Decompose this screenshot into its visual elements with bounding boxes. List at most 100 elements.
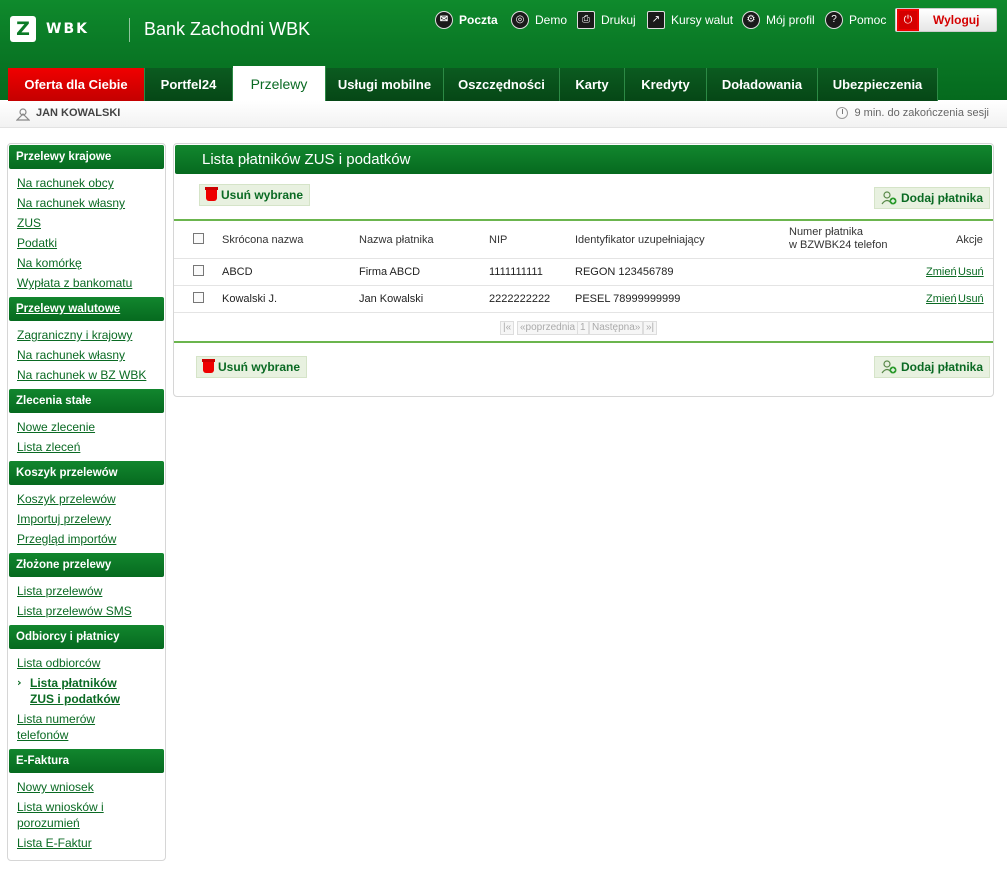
sidebar-item-efaktura-list[interactable]: Lista E-Faktur xyxy=(17,835,92,851)
trash-icon xyxy=(202,359,215,373)
sidebar-item-own-currency[interactable]: Na rachunek własny xyxy=(17,347,125,363)
sidebar-item-new-request[interactable]: Nowy wniosek xyxy=(17,779,94,795)
edit-link[interactable]: Zmień xyxy=(926,266,957,278)
toplink-profile[interactable]: ⚙ Mój profil xyxy=(742,9,815,31)
toplink-help[interactable]: ? Pomoc xyxy=(825,9,886,31)
sidebar-item-transfer-list[interactable]: Lista przelewów xyxy=(17,583,102,599)
sidebar-item-foreign-account[interactable]: Na rachunek obcy xyxy=(17,175,114,191)
sidebar-section-submitted[interactable]: Złożone przelewy xyxy=(9,553,164,577)
sidebar-item-mobile[interactable]: Na komórkę xyxy=(17,255,82,271)
delete-selected-button-bottom[interactable]: Usuń wybrane xyxy=(196,356,308,378)
print-icon: ⎙ xyxy=(577,11,595,29)
sidebar-item-sms-list[interactable]: Lista przelewów SMS xyxy=(17,603,132,619)
sidebar-item-request-list[interactable]: Lista wniosków i xyxy=(17,799,104,815)
sidebar-section-currency[interactable]: Przelewy walutowe xyxy=(9,297,164,321)
sidebar-item-taxes[interactable]: Podatki xyxy=(17,235,57,251)
sidebar-item-order-list[interactable]: Lista zleceń xyxy=(17,439,80,455)
sidebar-item-import[interactable]: Importuj przelewy xyxy=(17,511,111,527)
col-payer-number-line2: w BZWBK24 telefon xyxy=(789,239,888,251)
current-item-arrow-icon: › xyxy=(17,676,22,689)
tab-offer[interactable]: Oferta dla Ciebie xyxy=(8,68,145,101)
sidebar-section-basket[interactable]: Koszyk przelewów xyxy=(9,461,164,485)
sidebar-item-phone-numbers[interactable]: Lista numerów xyxy=(17,711,95,727)
cell-payer-name: Jan Kowalski xyxy=(359,293,424,305)
toplink-label: Mój profil xyxy=(766,13,815,27)
sidebar-item-basket[interactable]: Koszyk przelewów xyxy=(17,491,116,507)
delete-selected-label: Usuń wybrane xyxy=(221,188,304,202)
chart-icon: ↗ xyxy=(647,11,665,29)
session-timer: 9 min. do zakończenia sesji xyxy=(836,107,989,119)
tab-insurance[interactable]: Ubezpieczenia xyxy=(818,68,938,101)
tab-transfers[interactable]: Przelewy xyxy=(233,66,326,101)
sidebar-section-recipients[interactable]: Odbiorcy i płatnicy xyxy=(9,625,164,649)
sidebar-item-request-list-line2[interactable]: porozumień xyxy=(17,815,80,831)
mail-icon: ✉ xyxy=(435,11,453,29)
cell-short-name: Kowalski J. xyxy=(222,293,278,305)
pager-page[interactable]: 1 xyxy=(577,321,589,335)
pager-next[interactable]: Następna» xyxy=(589,321,644,335)
sidebar-item-payers-line2[interactable]: ZUS i podatków xyxy=(30,691,120,707)
add-payer-button-top[interactable]: Dodaj płatnika xyxy=(874,187,991,209)
row-checkbox[interactable] xyxy=(193,292,204,303)
sidebar-section-efaktura[interactable]: E-Faktura xyxy=(9,749,164,773)
row-divider xyxy=(174,312,993,313)
sidebar-item-phone-numbers-line2[interactable]: telefonów xyxy=(17,727,68,743)
cell-nip: 2222222222 xyxy=(489,293,551,305)
trash-icon xyxy=(205,187,218,201)
sidebar-item-import-review[interactable]: Przegląd importów xyxy=(17,531,116,547)
sidebar-item-payers[interactable]: Lista płatników xyxy=(30,675,117,691)
tab-savings[interactable]: Oszczędności xyxy=(444,68,560,101)
row-divider xyxy=(174,258,993,259)
add-payer-label: Dodaj płatnika xyxy=(901,191,984,205)
delete-selected-button-top[interactable]: Usuń wybrane xyxy=(199,184,311,206)
tab-mobile[interactable]: Usługi mobilne xyxy=(326,68,444,101)
tab-cards[interactable]: Karty xyxy=(560,68,625,101)
gears-icon: ⚙ xyxy=(742,11,760,29)
toplink-mail[interactable]: ✉ Poczta xyxy=(435,9,498,31)
toplink-demo[interactable]: ◎ Demo xyxy=(511,9,567,31)
delete-link[interactable]: Usuń xyxy=(958,266,984,278)
sidebar-item-recipients[interactable]: Lista odbiorców xyxy=(17,655,100,671)
tab-portfel24[interactable]: Portfel24 xyxy=(145,68,233,101)
bank-logo[interactable]: Z WBK Bank Zachodni WBK xyxy=(10,16,310,42)
page-title: Lista płatników ZUS i podatków xyxy=(175,145,992,174)
logout-button[interactable]: ⏻ Wyloguj xyxy=(895,8,997,32)
row-divider xyxy=(174,285,993,286)
toplink-rates[interactable]: ↗ Kursy walut xyxy=(647,9,733,31)
header: Z WBK Bank Zachodni WBK ✉ Poczta ◎ Demo … xyxy=(0,0,1007,101)
clock-icon xyxy=(836,107,849,119)
table-bottom-rule xyxy=(174,341,993,343)
tab-topups[interactable]: Doładowania xyxy=(707,68,818,101)
sidebar-section-domestic[interactable]: Przelewy krajowe xyxy=(9,145,164,169)
delete-link[interactable]: Usuń xyxy=(958,293,984,305)
tab-loans[interactable]: Kredyty xyxy=(625,68,707,101)
toplink-print[interactable]: ⎙ Drukuj xyxy=(577,9,636,31)
add-user-icon xyxy=(881,191,897,205)
demo-icon: ◎ xyxy=(511,11,529,29)
toplink-label: Demo xyxy=(535,13,568,27)
toplink-label: Pomoc xyxy=(849,13,887,27)
edit-link[interactable]: Zmień xyxy=(926,293,957,305)
logo-divider xyxy=(129,18,130,42)
table-top-rule xyxy=(174,219,993,221)
sidebar-item-atm[interactable]: Wypłata z bankomatu xyxy=(17,275,132,291)
sidebar-item-zus[interactable]: ZUS xyxy=(17,215,41,231)
bank-name: Bank Zachodni WBK xyxy=(144,19,311,39)
logo-text: WBK xyxy=(46,21,89,37)
col-actions: Akcje xyxy=(956,234,983,246)
toplink-label: Drukuj xyxy=(601,13,636,27)
pager-first[interactable]: |« xyxy=(500,321,515,335)
sidebar-item-own-account[interactable]: Na rachunek własny xyxy=(17,195,125,211)
cell-payer-name: Firma ABCD xyxy=(359,266,421,278)
sidebar-section-standing-orders[interactable]: Zlecenia stałe xyxy=(9,389,164,413)
sidebar-item-bzwbk-account[interactable]: Na rachunek w BZ WBK xyxy=(17,367,146,383)
sidebar-item-international[interactable]: Zagraniczny i krajowy xyxy=(17,327,132,343)
select-all-checkbox[interactable] xyxy=(193,233,204,244)
pager-last[interactable]: »| xyxy=(643,321,658,335)
row-checkbox[interactable] xyxy=(193,265,204,276)
col-nip: NIP xyxy=(489,234,508,246)
pager-prev[interactable]: «poprzednia xyxy=(517,321,579,335)
add-payer-button-bottom[interactable]: Dodaj płatnika xyxy=(874,356,991,378)
sidebar-item-new-order[interactable]: Nowe zlecenie xyxy=(17,419,95,435)
cell-supplementary-id: REGON 123456789 xyxy=(575,266,674,278)
